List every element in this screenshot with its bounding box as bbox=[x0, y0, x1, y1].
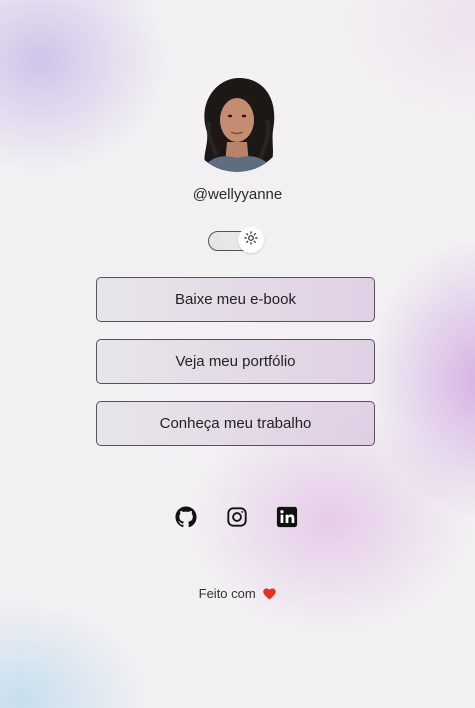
linkedin-icon[interactable] bbox=[276, 506, 298, 528]
avatar-photo bbox=[187, 72, 287, 172]
avatar bbox=[187, 72, 287, 172]
link-tree-page: @wellyyanne Baixe meu e-book Veja meu po… bbox=[0, 0, 475, 708]
heart-icon bbox=[263, 588, 277, 603]
footer: Feito com bbox=[0, 586, 475, 603]
sun-icon bbox=[244, 230, 258, 250]
instagram-icon[interactable] bbox=[226, 506, 248, 528]
theme-toggle[interactable] bbox=[208, 227, 264, 253]
toggle-knob bbox=[238, 227, 264, 253]
github-icon[interactable] bbox=[175, 506, 197, 528]
ebook-link-button[interactable]: Baixe meu e-book bbox=[96, 277, 375, 322]
portfolio-link-button[interactable]: Veja meu portfólio bbox=[96, 339, 375, 384]
footer-text: Feito com bbox=[198, 586, 256, 601]
work-link-button[interactable]: Conheça meu trabalho bbox=[96, 401, 375, 446]
username: @wellyyanne bbox=[192, 186, 283, 203]
